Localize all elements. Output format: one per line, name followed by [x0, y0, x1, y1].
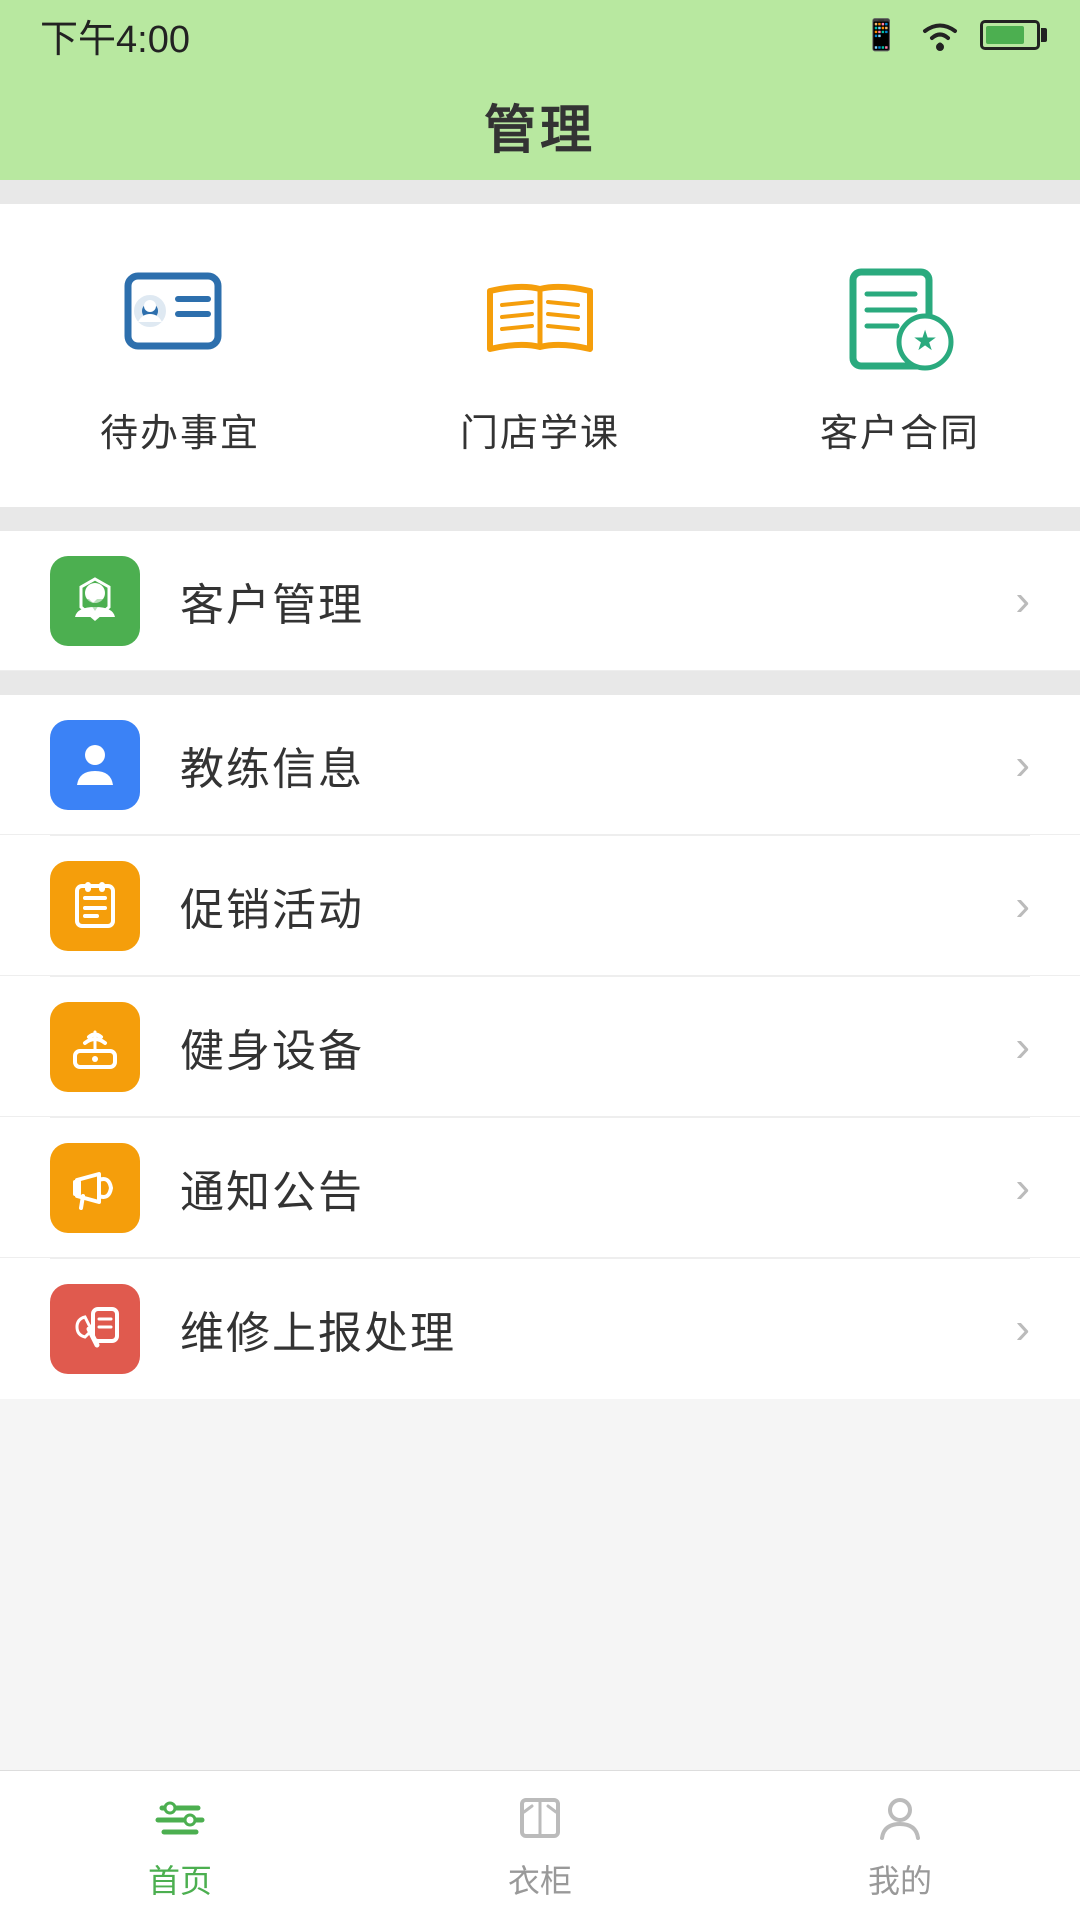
nav-item-mine[interactable]: 我的 [720, 1771, 1080, 1920]
menu-item-promotions[interactable]: 促销活动 › [0, 836, 1080, 976]
promotions-arrow: › [1015, 881, 1030, 931]
nav-item-wardrobe[interactable]: 衣柜 [360, 1771, 720, 1920]
nav-item-home[interactable]: 首页 [0, 1771, 360, 1920]
coach-info-arrow: › [1015, 740, 1030, 790]
pending-icon [120, 264, 240, 374]
wifi-icon [918, 17, 962, 53]
mine-nav-icon [872, 1790, 928, 1846]
status-bar: 下午4:00 📱 [0, 0, 1080, 70]
quick-action-contracts[interactable]: ★ 客户合同 [820, 264, 980, 457]
quick-action-pending[interactable]: 待办事宜 [100, 264, 260, 457]
maintenance-icon [50, 1284, 140, 1374]
quick-action-courses[interactable]: 门店学课 [460, 264, 620, 457]
battery-icon [980, 20, 1040, 50]
section-divider-1 [0, 507, 1080, 531]
menu-item-coach-info[interactable]: 教练信息 › [0, 695, 1080, 835]
pending-label: 待办事宜 [100, 402, 260, 457]
wardrobe-nav-label: 衣柜 [508, 1856, 572, 1902]
menu-section: 客户管理 › 教练信息 › [0, 531, 1080, 1399]
menu-item-customer-mgmt[interactable]: 客户管理 › [0, 531, 1080, 671]
page-header: 管理 [0, 70, 1080, 180]
promotions-label: 促销活动 [180, 874, 1015, 938]
customer-mgmt-arrow: › [1015, 576, 1030, 626]
equipment-icon [50, 1002, 140, 1092]
menu-item-maintenance[interactable]: 维修上报处理 › [0, 1259, 1080, 1399]
mine-nav-label: 我的 [868, 1856, 932, 1902]
home-nav-icon [152, 1790, 208, 1846]
contracts-icon: ★ [840, 264, 960, 374]
page-title: 管理 [484, 88, 596, 163]
notices-arrow: › [1015, 1163, 1030, 1213]
customer-mgmt-label: 客户管理 [180, 569, 1015, 633]
bottom-spacer [0, 1399, 1080, 1559]
quick-actions-section: 待办事宜 门店学课 [0, 204, 1080, 507]
wardrobe-nav-icon [512, 1790, 568, 1846]
customer-mgmt-icon [50, 556, 140, 646]
equipment-label: 健身设备 [180, 1015, 1015, 1079]
contracts-label: 客户合同 [820, 402, 980, 457]
sim-icon: 📱 [863, 18, 900, 53]
coach-info-label: 教练信息 [180, 733, 1015, 797]
courses-icon [480, 264, 600, 374]
status-icons: 📱 [863, 17, 1040, 53]
home-nav-label: 首页 [148, 1856, 212, 1902]
status-time: 下午4:00 [40, 8, 190, 63]
menu-gap-1 [0, 671, 1080, 695]
header-divider [0, 180, 1080, 204]
menu-item-notices[interactable]: 通知公告 › [0, 1118, 1080, 1258]
coach-info-icon [50, 720, 140, 810]
maintenance-label: 维修上报处理 [180, 1297, 1015, 1361]
maintenance-arrow: › [1015, 1304, 1030, 1354]
notices-icon [50, 1143, 140, 1233]
promotions-icon [50, 861, 140, 951]
bottom-nav: 首页 衣柜 我的 [0, 1770, 1080, 1920]
equipment-arrow: › [1015, 1022, 1030, 1072]
svg-text:★: ★ [912, 325, 937, 356]
notices-label: 通知公告 [180, 1156, 1015, 1220]
menu-item-equipment[interactable]: 健身设备 › [0, 977, 1080, 1117]
courses-label: 门店学课 [460, 402, 620, 457]
